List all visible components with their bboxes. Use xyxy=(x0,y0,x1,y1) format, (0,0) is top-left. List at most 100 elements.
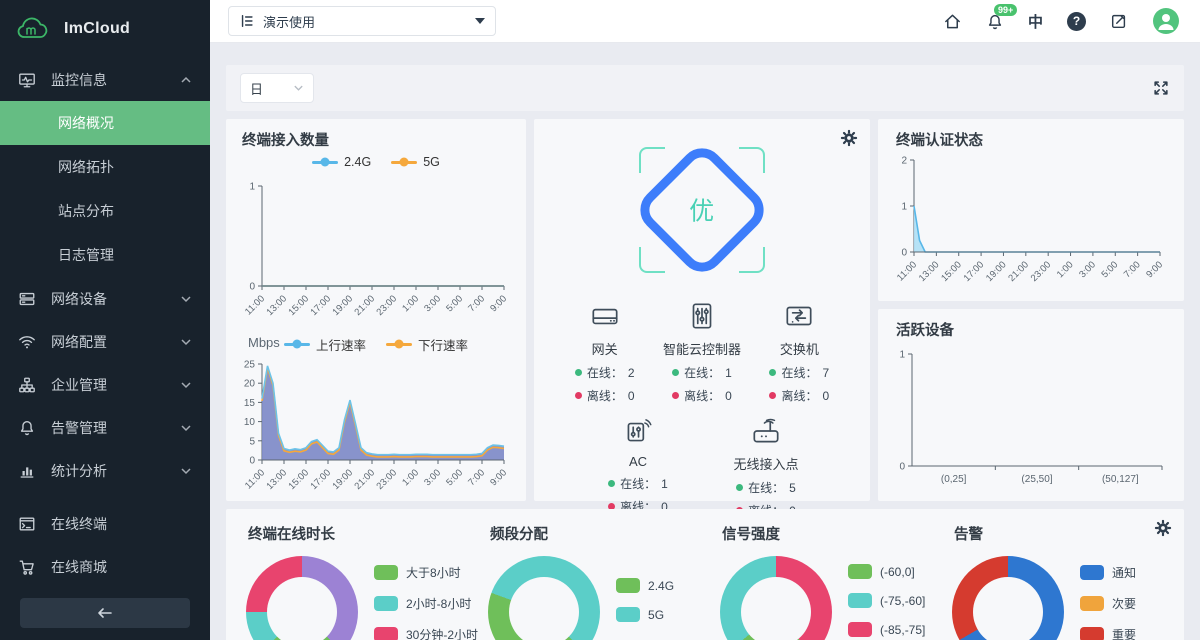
panel-active-devices: 活跃设备 01(0,25](25,50](50,127] xyxy=(878,309,1184,501)
donut-legend: 2.4G 5G xyxy=(616,578,674,640)
corner-bracket-icon xyxy=(639,247,665,273)
legend-label: 2.4G xyxy=(648,579,674,593)
sidebar-item-network-devices[interactable]: 网络设备 xyxy=(0,277,210,320)
svg-text:21:00: 21:00 xyxy=(353,467,378,492)
legend-item[interactable]: 大于8小时 xyxy=(374,564,478,581)
main-content: 日 终端接入数量 2.4G 5G xyxy=(210,43,1200,640)
device-name: 交换机 xyxy=(780,339,819,358)
legend-item[interactable]: 重要 xyxy=(1080,626,1136,640)
sidebar: ImCloud 监控信息 网络概况 网络拓扑 站点分布 日志管理 网络设备 xyxy=(0,0,210,640)
sidebar-item-statistics-analysis[interactable]: 统计分析 xyxy=(0,449,210,492)
device-gateway: 网关 在线： 2 离线： 0 xyxy=(556,299,653,404)
legend-swatch xyxy=(1080,565,1104,580)
sidebar-item-enterprise-management[interactable]: 企业管理 xyxy=(0,363,210,406)
legend-label: 2小时-8小时 xyxy=(406,595,471,612)
server-icon xyxy=(18,290,36,308)
language-toggle[interactable]: 中 xyxy=(1028,11,1043,32)
device-name: 网关 xyxy=(592,339,618,358)
legend-item[interactable]: (-60,0] xyxy=(848,564,925,579)
sidebar-item-monitoring-info[interactable]: 监控信息 xyxy=(0,58,210,101)
legend-item[interactable]: 2.4G xyxy=(616,578,674,593)
legend-swatch xyxy=(848,593,872,608)
feedback-edit-icon[interactable] xyxy=(1110,12,1128,30)
chevron-down-icon xyxy=(180,467,192,475)
legend-swatch xyxy=(616,578,640,593)
signal-strength-donut-chart xyxy=(720,556,832,640)
svg-text:21:00: 21:00 xyxy=(353,293,378,318)
sidebar-item-network-topology[interactable]: 网络拓扑 xyxy=(0,145,210,189)
fullscreen-expand-icon[interactable] xyxy=(1152,79,1170,97)
svg-text:13:00: 13:00 xyxy=(265,293,290,318)
notification-bell-icon[interactable]: 99+ xyxy=(986,12,1004,31)
settings-gear-icon[interactable] xyxy=(840,129,858,147)
svg-text:17:00: 17:00 xyxy=(309,467,334,492)
legend-item[interactable]: 次要 xyxy=(1080,595,1136,612)
help-icon[interactable]: ? xyxy=(1067,12,1086,31)
legend-item[interactable]: 30分钟-2小时 xyxy=(374,626,478,640)
period-select[interactable]: 日 xyxy=(240,73,314,103)
online-count: 2 xyxy=(628,366,635,380)
chevron-down-icon xyxy=(180,381,192,389)
legend-item[interactable]: 2.4G xyxy=(312,155,371,169)
org-selector-value: 演示使用 xyxy=(263,12,315,31)
svg-text:2: 2 xyxy=(901,156,907,167)
device-online-status: 在线： 1 xyxy=(672,364,732,381)
svg-text:1:00: 1:00 xyxy=(400,467,421,488)
legend-item[interactable]: 通知 xyxy=(1080,564,1136,581)
svg-text:0: 0 xyxy=(899,462,905,473)
sidebar-item-log-management[interactable]: 日志管理 xyxy=(0,233,210,277)
device-name: AC xyxy=(629,454,647,469)
access-count-chart: 0111:0013:0015:0017:0019:0021:0023:001:0… xyxy=(232,174,518,332)
svg-text:5:00: 5:00 xyxy=(1100,259,1121,280)
throughput-rate-chart: 051015202511:0013:0015:0017:0019:0021:00… xyxy=(232,356,518,506)
svg-text:1: 1 xyxy=(899,350,905,361)
donut-online-duration: 终端在线时长 大于8小时 2小时-8小时 30分钟-2小时 xyxy=(236,521,478,640)
sidebar-item-label: 网络设备 xyxy=(51,289,107,309)
legend-label: (-85,-75] xyxy=(880,623,925,637)
org-selector-dropdown[interactable]: 演示使用 xyxy=(228,6,496,36)
device-online-status: 在线： 7 xyxy=(769,364,829,381)
donut-alarms: 告警 通知 次要 重要 xyxy=(942,521,1174,640)
svg-text:11:00: 11:00 xyxy=(243,467,267,491)
sidebar-item-label: 网络配置 xyxy=(51,332,107,352)
legend-item[interactable]: 5G xyxy=(391,155,440,169)
device-offline-status: 离线： 0 xyxy=(769,387,829,404)
legend-item[interactable]: (-85,-75] xyxy=(848,622,925,637)
sidebar-item-network-overview[interactable]: 网络概况 xyxy=(0,101,210,145)
legend-item[interactable]: 下行速率 xyxy=(386,335,468,354)
legend-label: 5G xyxy=(423,155,440,169)
svg-text:23:00: 23:00 xyxy=(375,467,400,492)
sidebar-item-online-terminals[interactable]: 在线终端 xyxy=(0,502,210,545)
legend-mark xyxy=(391,161,417,164)
sidebar-collapse-button[interactable] xyxy=(20,598,190,628)
online-count: 1 xyxy=(725,366,732,380)
sidebar-item-online-store[interactable]: 在线商城 xyxy=(0,545,210,588)
avatar[interactable] xyxy=(1152,7,1180,35)
wifi-icon xyxy=(18,333,36,351)
sidebar-item-alarm-management[interactable]: 告警管理 xyxy=(0,406,210,449)
toolbar: 日 xyxy=(226,65,1184,111)
sidebar-item-network-config[interactable]: 网络配置 xyxy=(0,320,210,363)
online-count: 5 xyxy=(789,481,796,495)
logo: ImCloud xyxy=(0,0,210,58)
period-select-value: 日 xyxy=(250,79,263,98)
legend-item[interactable]: 2小时-8小时 xyxy=(374,595,478,612)
org-list-icon xyxy=(239,13,255,29)
offline-dot xyxy=(769,392,776,399)
device-name: 智能云控制器 xyxy=(663,339,741,358)
donut-legend: 通知 次要 重要 xyxy=(1080,564,1136,640)
home-icon[interactable] xyxy=(943,12,962,31)
legend-item[interactable]: (-75,-60] xyxy=(848,593,925,608)
legend-item[interactable]: 上行速率 xyxy=(284,335,366,354)
bar-chart-icon xyxy=(18,462,36,480)
switch-icon xyxy=(782,299,816,333)
panel-title: 终端接入数量 xyxy=(232,129,520,150)
device-offline-status: 离线： 0 xyxy=(672,387,732,404)
legend-item[interactable]: 5G xyxy=(616,607,674,622)
svg-text:15:00: 15:00 xyxy=(287,293,312,318)
corner-bracket-icon xyxy=(639,147,665,173)
svg-text:23:00: 23:00 xyxy=(375,293,400,318)
sidebar-item-site-distribution[interactable]: 站点分布 xyxy=(0,189,210,233)
legend-swatch xyxy=(848,622,872,637)
svg-text:19:00: 19:00 xyxy=(331,467,356,492)
